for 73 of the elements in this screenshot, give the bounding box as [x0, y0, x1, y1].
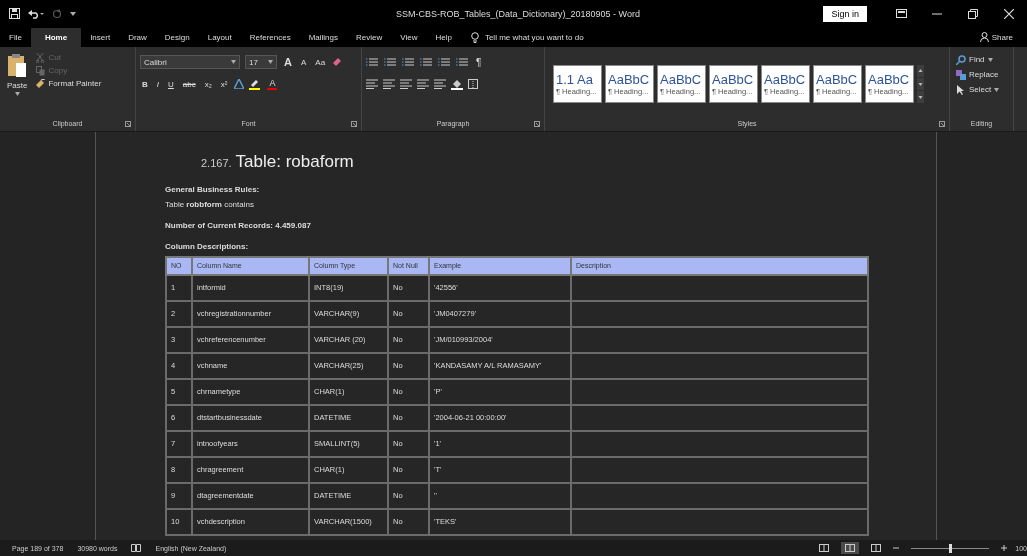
ribbon-tab[interactable]: Mailings: [299, 27, 347, 47]
borders-icon[interactable]: [468, 79, 478, 90]
ribbon-tab[interactable]: File: [0, 27, 31, 47]
tell-me-field[interactable]: Tell me what you want to do: [484, 32, 625, 42]
clipboard-button[interactable]: Format Painter: [34, 78, 104, 89]
caret-icon: [14, 91, 20, 96]
caret-icon[interactable]: [268, 60, 273, 65]
ribbon-tab[interactable]: Insert: [81, 27, 120, 47]
editing-button[interactable]: Find: [954, 52, 1002, 67]
restore-icon[interactable]: [968, 8, 978, 19]
body-text: Table robbform contains: [165, 198, 255, 210]
shrink-font-button[interactable]: A: [298, 57, 309, 67]
dialog-launcher-icon[interactable]: [534, 120, 540, 127]
ribbon-tab[interactable]: Review: [347, 27, 392, 47]
subheading: Column Descriptions:: [165, 240, 250, 252]
ribbon-display-icon[interactable]: [895, 9, 907, 19]
section-number: 2.167.: [201, 156, 232, 169]
font-color-button[interactable]: A: [265, 78, 280, 91]
section-heading: Table: robaform: [235, 151, 354, 172]
show-formatting-button[interactable]: ¶: [474, 56, 484, 68]
print-layout-icon[interactable]: [841, 542, 860, 554]
save-icon[interactable]: [9, 8, 20, 20]
font-name-field[interactable]: Calibri: [140, 55, 240, 70]
ribbon-tab[interactable]: References: [240, 27, 300, 47]
sign-in-button[interactable]: Sign in: [823, 5, 867, 22]
cursor-icon: [956, 84, 966, 95]
replace-icon: [956, 69, 966, 80]
scroll-down-icon[interactable]: [917, 78, 924, 91]
dialog-launcher-icon[interactable]: [939, 120, 945, 127]
bold-button[interactable]: B: [140, 79, 150, 89]
brush-icon: [36, 78, 46, 89]
superscript-button[interactable]: x²: [218, 79, 230, 89]
font-size-field[interactable]: 17: [245, 55, 277, 70]
slider-thumb[interactable]: [949, 543, 953, 553]
subscript-button[interactable]: x₂: [202, 79, 214, 89]
shading-icon[interactable]: [451, 78, 463, 90]
highlighter-icon[interactable]: [249, 78, 261, 90]
ribbon-tab[interactable]: Design: [155, 27, 199, 47]
clipboard-icon: [7, 52, 28, 79]
paste-button[interactable]: Paste: [4, 52, 31, 117]
subheading: General Business Rules:: [165, 183, 261, 195]
lightbulb-icon[interactable]: [470, 31, 479, 43]
gallery-more-icon[interactable]: [917, 91, 924, 104]
window-title: SSM-CBS-ROB_Tables_(Data_Dictionary)_20180905 - Word: [395, 8, 641, 19]
eraser-icon[interactable]: [332, 57, 343, 68]
change-case-button[interactable]: Aa: [313, 57, 328, 67]
scissors-icon: [36, 52, 46, 63]
dialog-launcher-icon[interactable]: [125, 120, 131, 127]
zoom-out-icon[interactable]: [893, 545, 900, 551]
scroll-up-icon[interactable]: [917, 65, 924, 78]
editing-button[interactable]: Select: [954, 82, 1002, 97]
ribbon-tab[interactable]: Draw: [119, 27, 156, 47]
caret-icon[interactable]: [70, 10, 76, 17]
align-left-icon[interactable]: [366, 79, 378, 90]
share-button[interactable]: Share: [973, 27, 1019, 47]
strikethrough-button[interactable]: abc: [180, 79, 198, 89]
bullets-icon[interactable]: [366, 57, 379, 68]
close-icon[interactable]: [1004, 8, 1014, 19]
subheading: Number of Current Records: 4.459.087: [165, 219, 312, 231]
copy-icon: [36, 65, 46, 76]
ribbon-tab[interactable]: Help: [426, 27, 461, 47]
ribbon-tab[interactable]: View: [391, 27, 427, 47]
find-icon: [956, 54, 966, 65]
editing-button[interactable]: Replace: [954, 67, 1002, 82]
italic-button[interactable]: I: [154, 79, 161, 89]
underline-button[interactable]: U: [166, 79, 176, 89]
zoom-in-icon[interactable]: [1001, 545, 1008, 551]
ribbon-tab[interactable]: Layout: [198, 27, 241, 47]
caret-icon[interactable]: [231, 60, 236, 65]
dialog-launcher-icon[interactable]: [351, 120, 357, 127]
undo-icon[interactable]: [28, 8, 44, 19]
person-icon: [979, 32, 989, 43]
grow-font-button[interactable]: A: [282, 56, 294, 69]
